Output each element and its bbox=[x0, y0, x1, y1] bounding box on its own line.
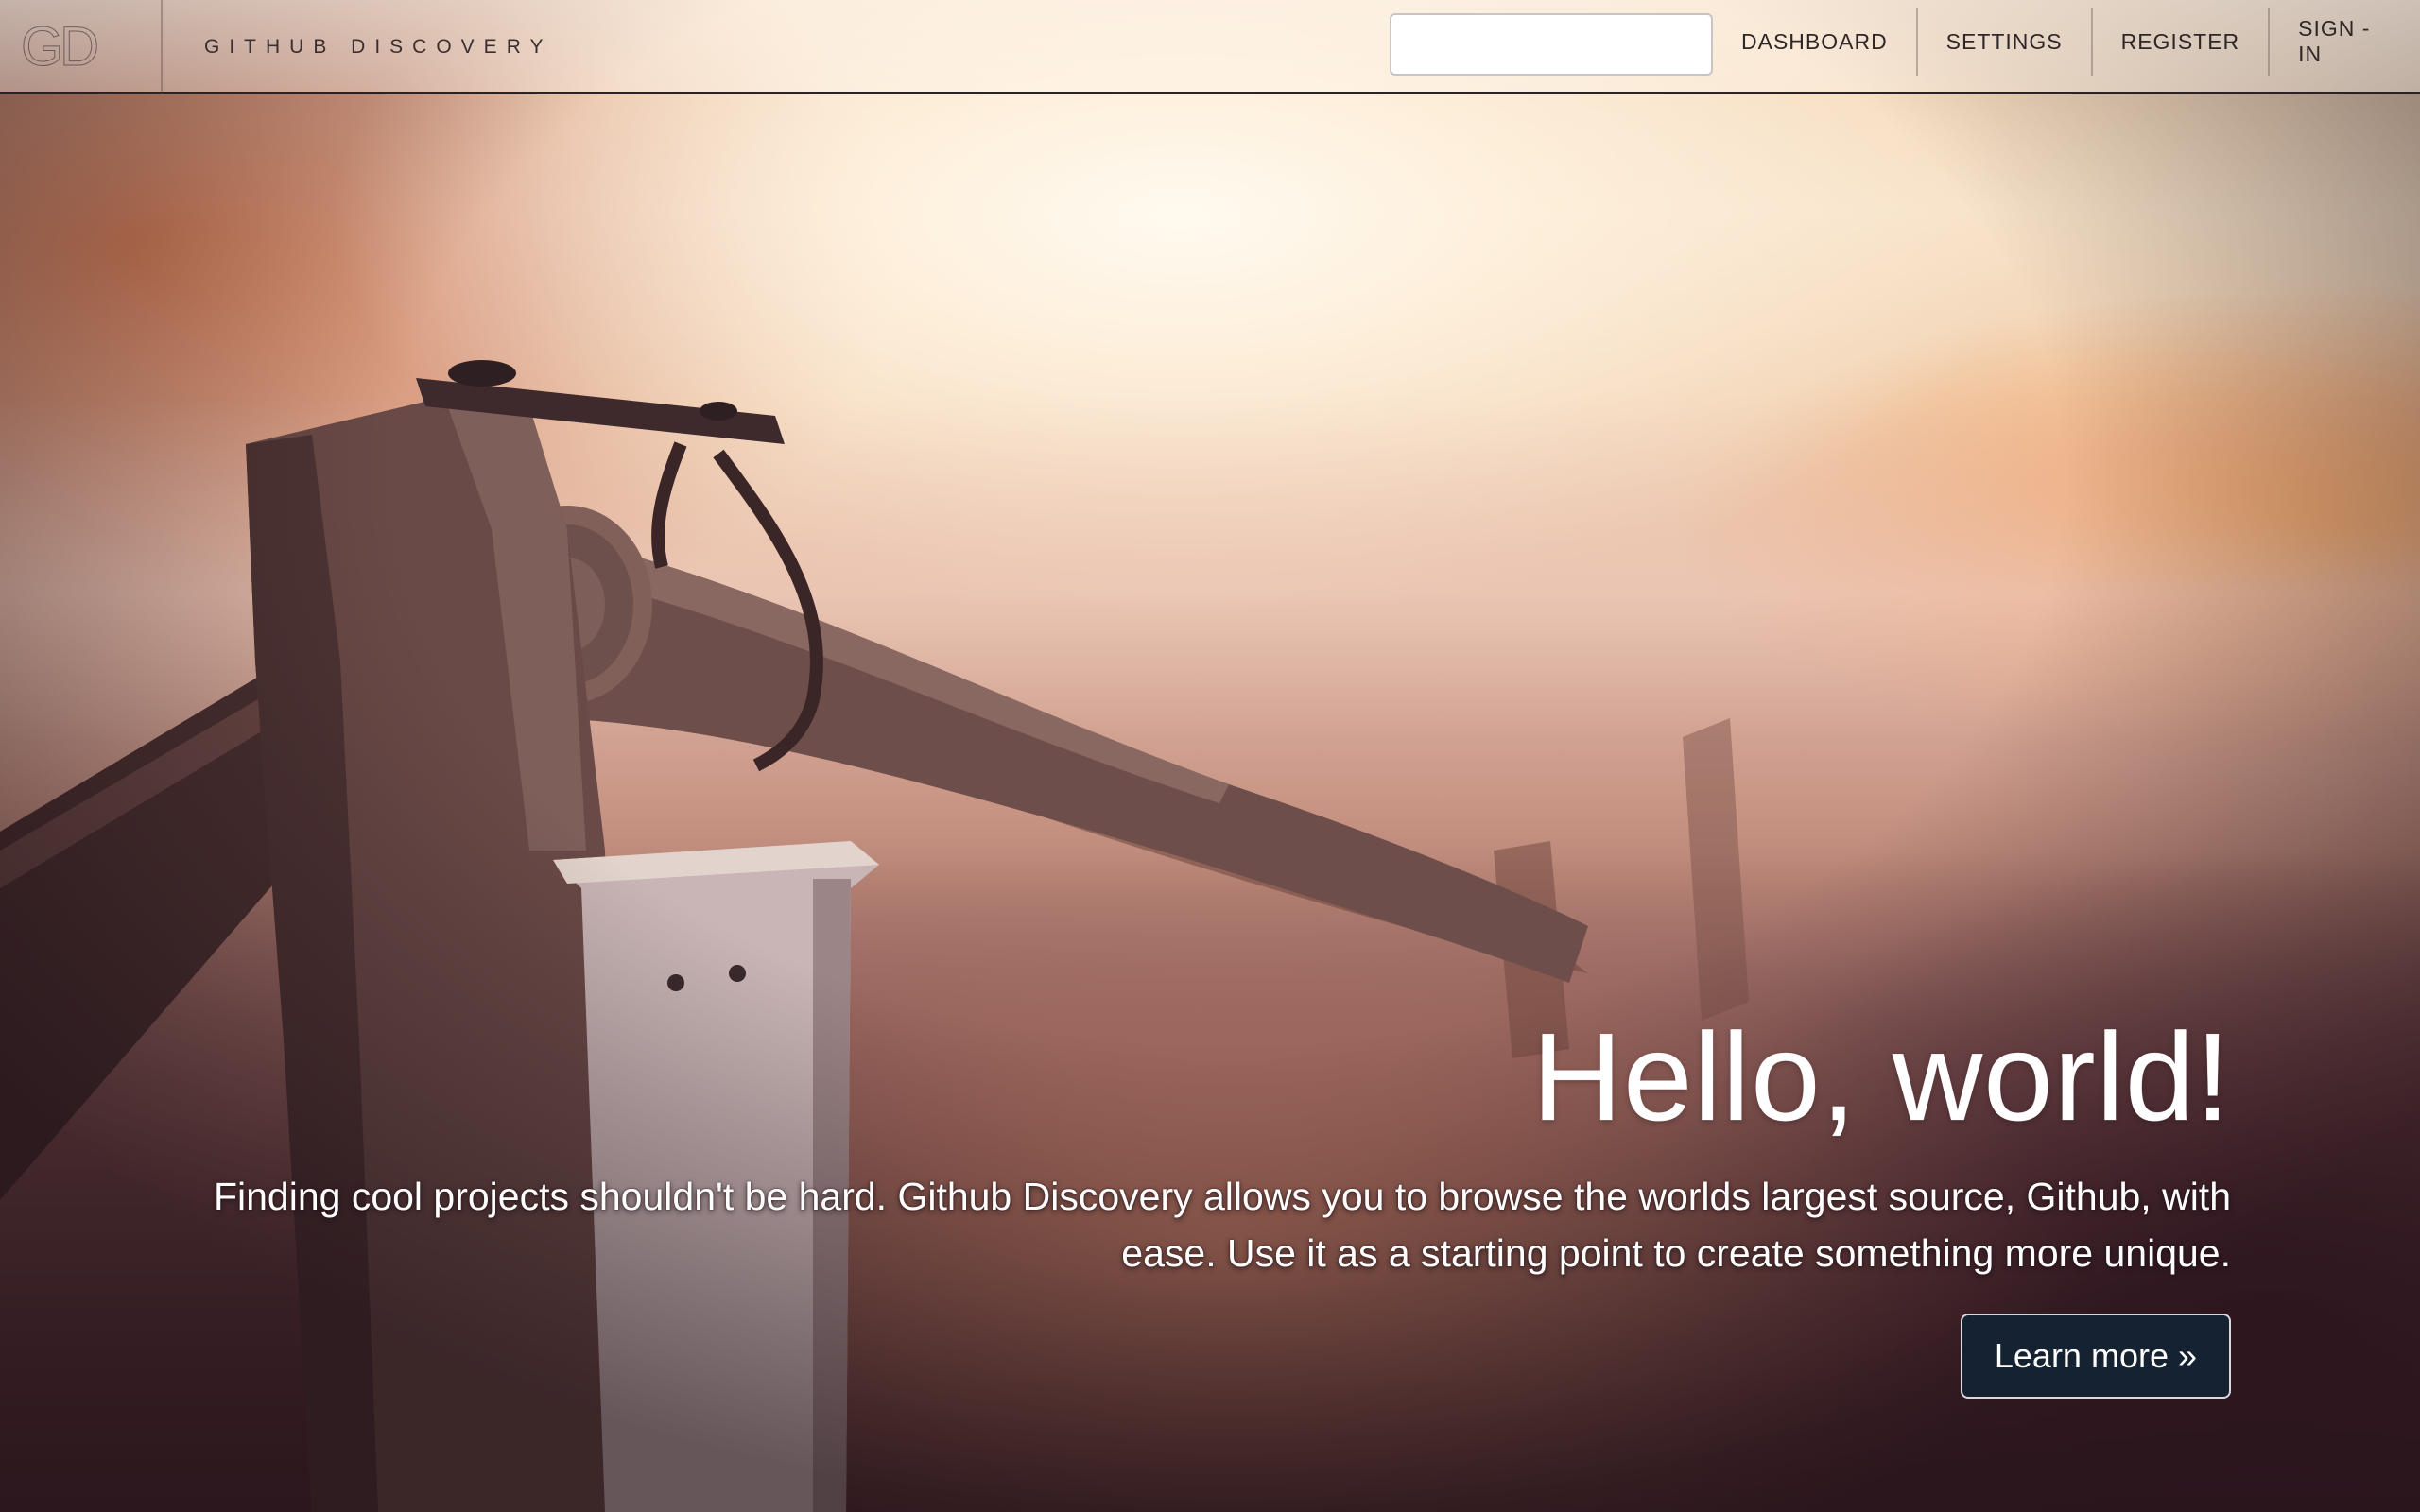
brand-logo[interactable]: GD bbox=[21, 13, 163, 81]
hero-heading: Hello, world! bbox=[1531, 1007, 2231, 1147]
hero-description: Finding cool projects shouldn't be hard.… bbox=[213, 1175, 2231, 1275]
nav-item-settings[interactable]: SETTINGS bbox=[1918, 0, 2091, 83]
brand-divider bbox=[161, 0, 163, 94]
nav-item-dashboard[interactable]: DASHBOARD bbox=[1713, 0, 1916, 83]
brand-title[interactable]: GITHUB DISCOVERY bbox=[204, 34, 552, 60]
search-input[interactable] bbox=[1390, 13, 1713, 76]
hero-jumbotron: Hello, world! Finding cool projects shou… bbox=[189, 1002, 2231, 1399]
nav-item-register[interactable]: REGISTER bbox=[2093, 0, 2269, 83]
nav-item-sign-in[interactable]: SIGN - IN bbox=[2270, 0, 2420, 83]
top-navbar: GD GITHUB DISCOVERY DASHBOARD SETTINGS R… bbox=[0, 0, 2420, 94]
learn-more-button[interactable]: Learn more » bbox=[1960, 1314, 2231, 1399]
nav-menu: DASHBOARD SETTINGS REGISTER SIGN - IN bbox=[1713, 0, 2420, 94]
